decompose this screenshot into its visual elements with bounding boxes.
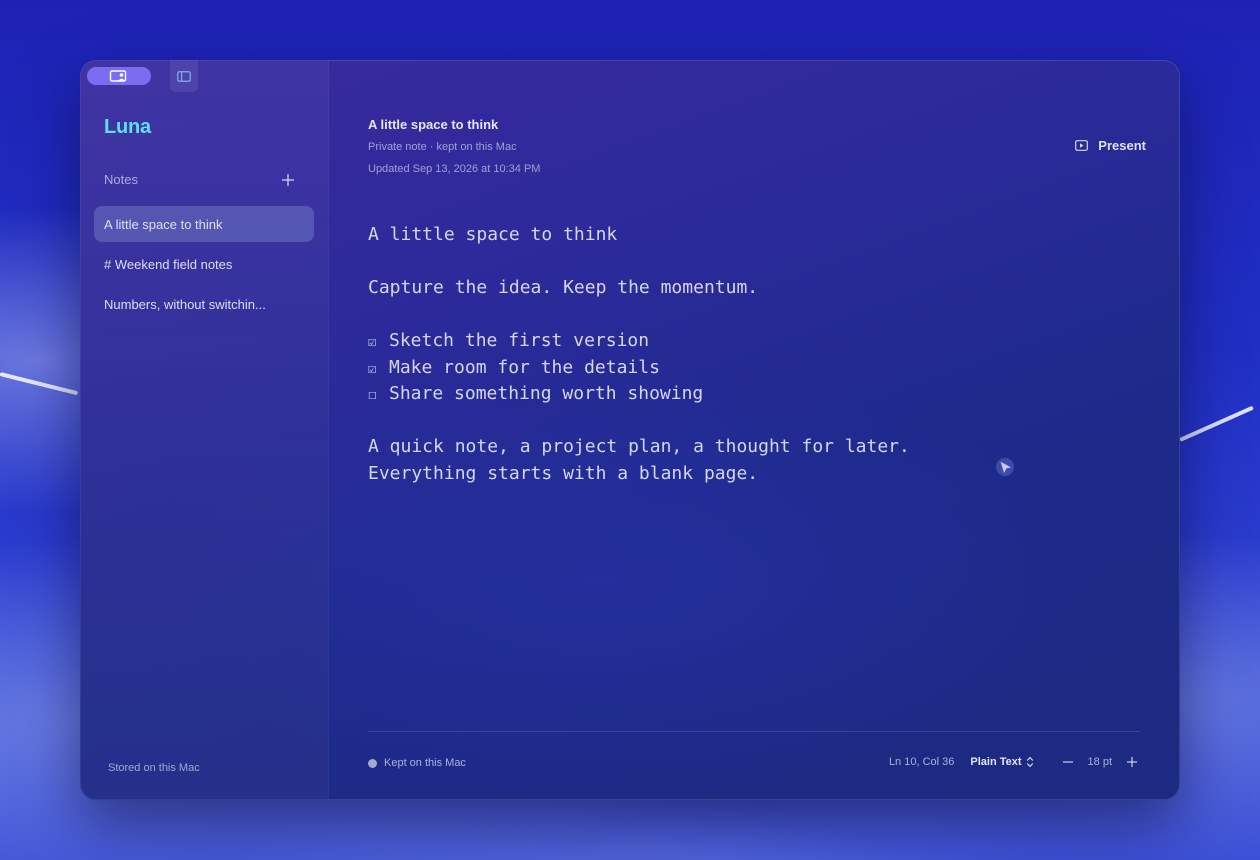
editor: A little space to think Private note · k… bbox=[328, 60, 1180, 800]
account-switcher-icon bbox=[109, 70, 127, 82]
app-window: Luna Notes A little space to think # Wee… bbox=[80, 60, 1180, 800]
plus-icon bbox=[1127, 757, 1137, 767]
body-paragraph: A quick note, a project plan, a thought … bbox=[368, 436, 910, 457]
note-title: A little space to think bbox=[368, 117, 499, 132]
body-heading: A little space to think bbox=[368, 224, 618, 245]
cursor-position: Ln 10, Col 36 bbox=[888, 756, 955, 768]
minus-icon bbox=[1062, 761, 1073, 763]
plus-icon bbox=[282, 174, 294, 186]
increase-font-button[interactable] bbox=[1124, 754, 1140, 770]
wallpaper-streak-left bbox=[0, 372, 79, 396]
syntax-select-value: Plain Text bbox=[970, 756, 1022, 768]
font-size-value: 18 pt bbox=[1087, 756, 1112, 768]
storage-status-label: Kept on this Mac bbox=[384, 757, 466, 769]
add-note-button[interactable] bbox=[278, 170, 298, 190]
task-item: ☑ Sketch the first version bbox=[368, 328, 1128, 355]
task-item: ☑ Make room for the details bbox=[368, 355, 1128, 382]
wallpaper-streak-right bbox=[1179, 405, 1254, 442]
sidebar-toggle-icon bbox=[177, 70, 191, 82]
body-tagline: Capture the idea. Keep the momentum. bbox=[368, 277, 759, 298]
status-divider bbox=[368, 731, 1140, 732]
note-list-item[interactable]: # Weekend field notes bbox=[94, 246, 314, 282]
task-text: Make room for the details bbox=[389, 356, 660, 378]
note-list-item-label: Numbers, without switchin... bbox=[104, 296, 266, 312]
status-controls: Ln 10, Col 36 Plain Text 18 pt bbox=[889, 754, 1140, 770]
note-list-item-label: A little space to think bbox=[104, 216, 223, 232]
note-list-item[interactable]: A little space to think bbox=[94, 206, 314, 242]
chevron-up-down-icon bbox=[1026, 756, 1033, 768]
task-item: ☐ Share something worth showing bbox=[368, 381, 1128, 408]
status-dot-icon bbox=[368, 758, 377, 768]
notes-section-title: Notes bbox=[104, 172, 138, 187]
task-text: Sketch the first version bbox=[389, 330, 650, 351]
decrease-font-button[interactable] bbox=[1060, 754, 1076, 770]
note-text-area[interactable]: A little space to think Capture the idea… bbox=[368, 222, 1128, 487]
note-list-item[interactable]: Numbers, without switchin... bbox=[94, 286, 314, 322]
present-button[interactable]: Present bbox=[1075, 138, 1146, 153]
note-list: A little space to think # Weekend field … bbox=[94, 206, 314, 326]
task-text: Share something worth showing bbox=[389, 383, 704, 404]
checked-box-icon: ☑ bbox=[368, 334, 377, 350]
sidebar: Luna Notes A little space to think # Wee… bbox=[80, 60, 329, 800]
empty-box-icon: ☐ bbox=[368, 387, 377, 403]
app-name: Luna bbox=[104, 116, 151, 138]
note-meta: Private note · kept on this Mac bbox=[368, 141, 517, 153]
sidebar-toggle-button[interactable] bbox=[170, 60, 198, 92]
play-rectangle-icon bbox=[1075, 140, 1089, 151]
note-list-item-label: # Weekend field notes bbox=[104, 256, 233, 272]
mouse-pointer-icon bbox=[996, 458, 1014, 476]
note-updated-timestamp: Updated Sep 13, 2026 at 10:34 PM bbox=[368, 163, 541, 175]
storage-footer: Stored on this Mac bbox=[108, 762, 200, 774]
syntax-select[interactable]: Plain Text bbox=[970, 756, 1033, 768]
checked-box-icon: ☑ bbox=[368, 360, 377, 377]
account-switcher-button[interactable] bbox=[87, 67, 151, 85]
present-button-label: Present bbox=[1098, 138, 1146, 153]
storage-status: Kept on this Mac bbox=[368, 757, 466, 769]
